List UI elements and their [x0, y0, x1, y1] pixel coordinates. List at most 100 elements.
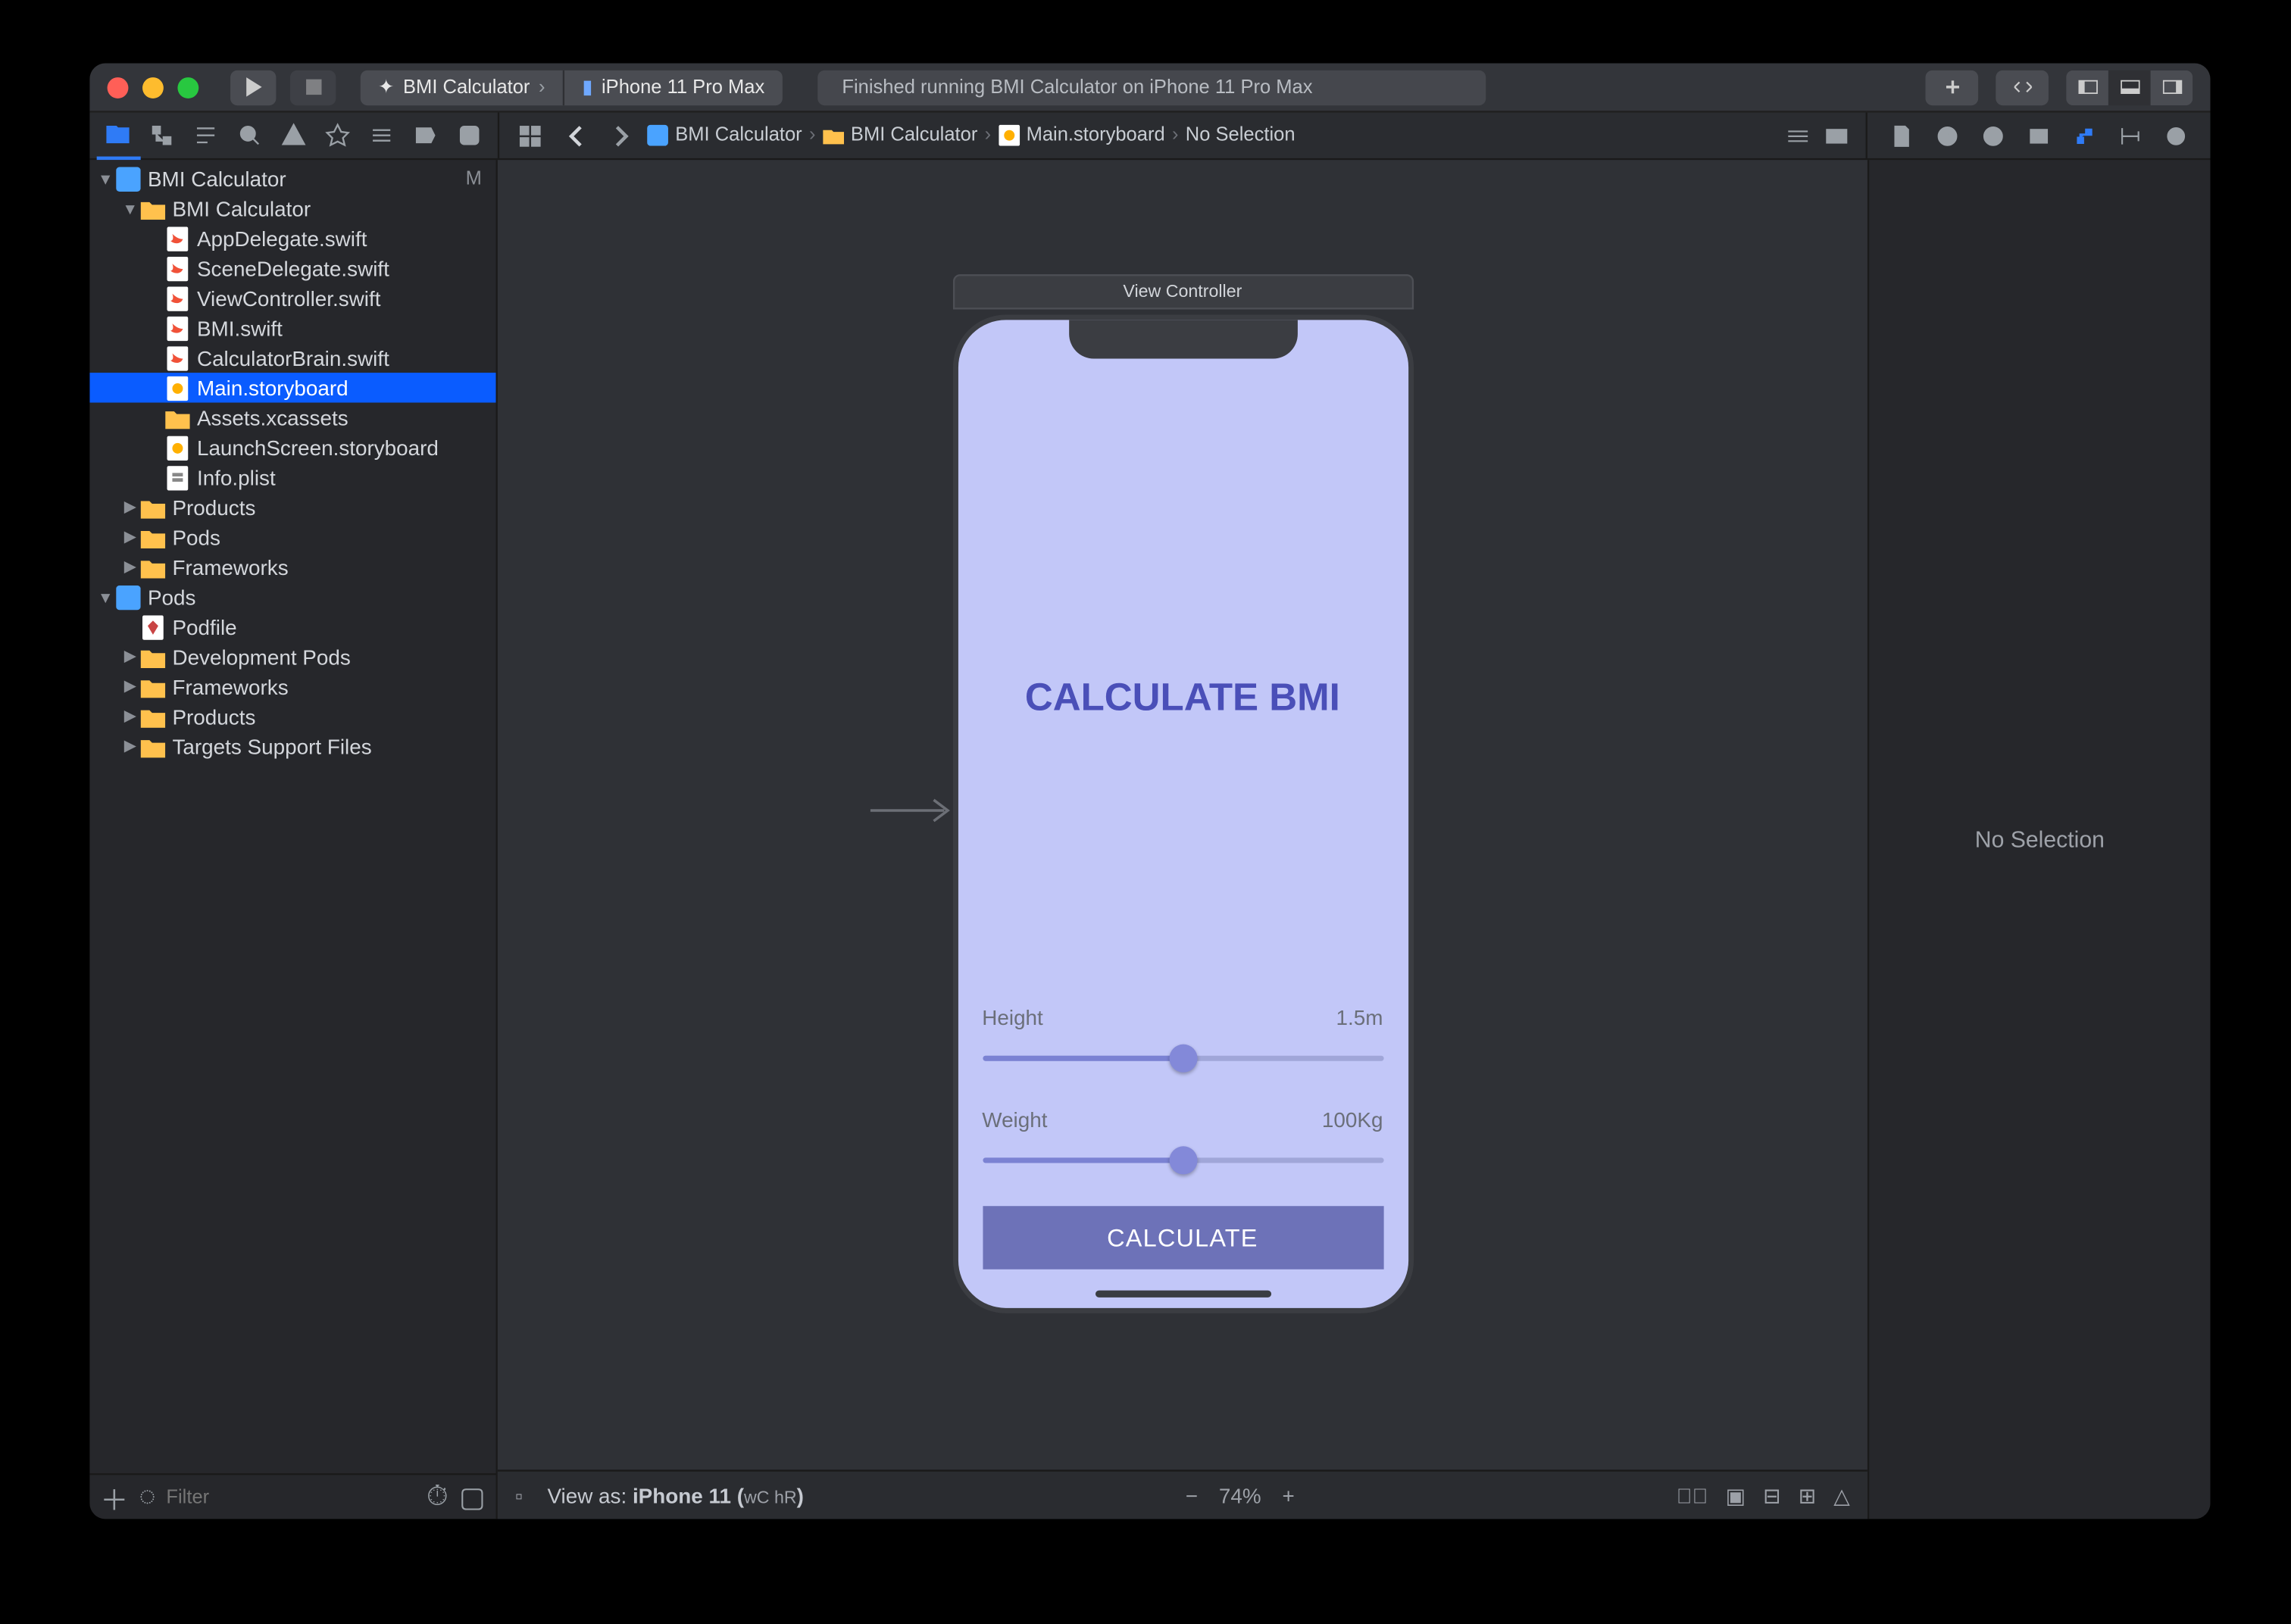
device-frame[interactable]: CALCULATE BMI Height 1.5m — [952, 314, 1413, 1313]
minimize-window-button[interactable] — [142, 77, 164, 98]
scheme-destination[interactable]: ▮ iPhone 11 Pro Max — [563, 70, 783, 105]
stop-button[interactable] — [290, 70, 336, 105]
tree-file[interactable]: AppDelegate.swift — [89, 223, 495, 253]
identity-inspector-tab[interactable] — [2015, 111, 2061, 159]
disclosure-triangle-icon[interactable]: ▶ — [121, 707, 139, 726]
tree-project-pods[interactable]: ▼Pods — [89, 582, 495, 611]
crumb-0[interactable]: BMI Calculator — [675, 125, 802, 146]
weight-slider[interactable] — [982, 1143, 1383, 1178]
disclosure-triangle-icon[interactable]: ▶ — [121, 736, 139, 756]
zoom-in-button[interactable]: + — [1283, 1483, 1295, 1507]
connections-inspector-tab[interactable] — [2152, 111, 2198, 159]
toggle-inspector-button[interactable] — [2151, 70, 2193, 105]
scm-filter-button[interactable]: ▢ — [459, 1479, 486, 1514]
size-inspector-tab[interactable] — [2107, 111, 2152, 159]
filter-input[interactable] — [166, 1486, 416, 1507]
tree-file[interactable]: ViewController.swift — [89, 283, 495, 313]
source-control-navigator-tab[interactable] — [140, 111, 184, 159]
crumb-3[interactable]: No Selection — [1186, 125, 1296, 146]
crumb-2[interactable]: Main.storyboard — [1027, 125, 1165, 146]
tree-file[interactable]: Assets.xcassets — [89, 403, 495, 433]
breadcrumb[interactable]: BMI Calculator › BMI Calculator › Main.s… — [647, 125, 1295, 146]
disclosure-triangle-icon[interactable]: ▼ — [97, 588, 114, 605]
disclosure-triangle-icon[interactable]: ▶ — [121, 677, 139, 697]
code-review-button[interactable] — [1996, 70, 2049, 105]
help-inspector-tab[interactable]: ? — [1970, 111, 2015, 159]
disclosure-triangle-icon[interactable]: ▼ — [97, 170, 114, 187]
breakpoint-navigator-tab[interactable] — [403, 111, 447, 159]
tree-folder[interactable]: ▶Frameworks — [89, 672, 495, 701]
recent-filter-button[interactable]: ⏱ — [427, 1481, 449, 1513]
tree-file[interactable]: Podfile — [89, 612, 495, 642]
tree-folder[interactable]: ▶Pods — [89, 522, 495, 551]
screen-title-label[interactable]: CALCULATE BMI — [982, 675, 1383, 720]
scheme-selector[interactable]: ✦ BMI Calculator › ▮ iPhone 11 Pro Max — [361, 70, 783, 105]
nav-back-button[interactable] — [555, 124, 594, 147]
tree-folder[interactable]: ▶Products — [89, 492, 495, 522]
view-as-label[interactable]: View as: iPhone 11 (wC hR) — [547, 1483, 804, 1507]
nav-forward-button[interactable] — [602, 124, 640, 147]
tree-folder[interactable]: ▶ Targets Support Files — [89, 732, 495, 761]
debug-navigator-tab[interactable] — [359, 111, 403, 159]
test-navigator-tab[interactable] — [316, 111, 360, 159]
initial-vc-arrow-icon[interactable] — [866, 793, 954, 837]
scheme-target[interactable]: ✦ BMI Calculator › — [361, 70, 563, 105]
calculate-button[interactable]: CALCULATE — [982, 1206, 1383, 1270]
tree-folder[interactable]: ▼ BMI Calculator — [89, 193, 495, 223]
adjust-editor-button[interactable] — [1817, 124, 1855, 147]
align-button[interactable]: ⊟ — [1763, 1483, 1780, 1507]
close-window-button[interactable] — [108, 77, 129, 98]
height-value[interactable]: 1.5m — [1336, 1006, 1383, 1030]
run-button[interactable] — [230, 70, 276, 105]
tree-file-selected[interactable]: Main.storyboard — [89, 373, 495, 402]
tree-folder[interactable]: ▶Frameworks — [89, 552, 495, 582]
disclosure-triangle-icon[interactable]: ▼ — [121, 199, 139, 217]
tree-label: Targets Support Files — [172, 734, 371, 758]
zoom-window-button[interactable] — [177, 77, 198, 98]
attributes-inspector-tab[interactable] — [2061, 111, 2106, 159]
weight-label[interactable]: Weight — [982, 1107, 1047, 1132]
slider-thumb[interactable] — [1168, 1045, 1196, 1073]
weight-value[interactable]: 100Kg — [1322, 1107, 1383, 1132]
secondary-toolbar: BMI Calculator › BMI Calculator › Main.s… — [89, 113, 2210, 161]
editor-canvas[interactable]: View Controller CALCULATE BMI Height 1.5… — [498, 160, 1867, 1519]
toggle-navigator-button[interactable] — [2066, 70, 2108, 105]
file-inspector-tab[interactable] — [1878, 111, 1924, 159]
editor-layout-button[interactable] — [1778, 124, 1817, 147]
constraints-issues-button[interactable]: �⃝ — [1677, 1483, 1708, 1507]
tree-file[interactable]: SceneDelegate.swift — [89, 253, 495, 283]
history-inspector-tab[interactable] — [1924, 111, 1969, 159]
toggle-debug-button[interactable] — [2108, 70, 2151, 105]
add-editor-button[interactable] — [1925, 70, 1978, 105]
scene-title-bar[interactable]: View Controller — [952, 274, 1413, 309]
pin-button[interactable]: ⊞ — [1799, 1483, 1816, 1507]
resolve-button[interactable]: △ — [1833, 1483, 1849, 1507]
symbol-navigator-tab[interactable] — [184, 111, 228, 159]
height-label[interactable]: Height — [982, 1006, 1043, 1030]
slider-thumb[interactable] — [1168, 1146, 1196, 1174]
outline-toggle-button[interactable]: ▫ — [515, 1483, 523, 1507]
disclosure-triangle-icon[interactable]: ▶ — [121, 498, 139, 517]
zoom-level[interactable]: 74% — [1219, 1483, 1261, 1507]
issue-navigator-tab[interactable] — [272, 111, 316, 159]
disclosure-triangle-icon[interactable]: ▶ — [121, 647, 139, 667]
disclosure-triangle-icon[interactable]: ▶ — [121, 557, 139, 577]
find-navigator-tab[interactable] — [228, 111, 272, 159]
tree-file[interactable]: Info.plist — [89, 462, 495, 492]
tree-folder[interactable]: ▶Development Pods — [89, 642, 495, 671]
tree-folder[interactable]: ▶Products — [89, 701, 495, 731]
project-navigator-tab[interactable] — [97, 111, 141, 159]
zoom-out-button[interactable]: − — [1186, 1483, 1198, 1507]
related-files-button[interactable] — [510, 124, 549, 147]
tree-file[interactable]: LaunchScreen.storyboard — [89, 433, 495, 462]
tree-project-root[interactable]: ▼ BMI Calculator M — [89, 164, 495, 193]
tree-file[interactable]: CalculatorBrain.swift — [89, 343, 495, 373]
disclosure-triangle-icon[interactable]: ▶ — [121, 527, 139, 547]
embed-in-button[interactable]: ▣ — [1726, 1483, 1746, 1507]
crumb-1[interactable]: BMI Calculator — [851, 125, 977, 146]
add-file-button[interactable]: ＋ — [100, 1476, 128, 1518]
tree-file[interactable]: BMI.swift — [89, 313, 495, 342]
storyboard-canvas[interactable]: View Controller CALCULATE BMI Height 1.5… — [498, 160, 1867, 1469]
report-navigator-tab[interactable] — [447, 111, 491, 159]
height-slider[interactable] — [982, 1041, 1383, 1076]
